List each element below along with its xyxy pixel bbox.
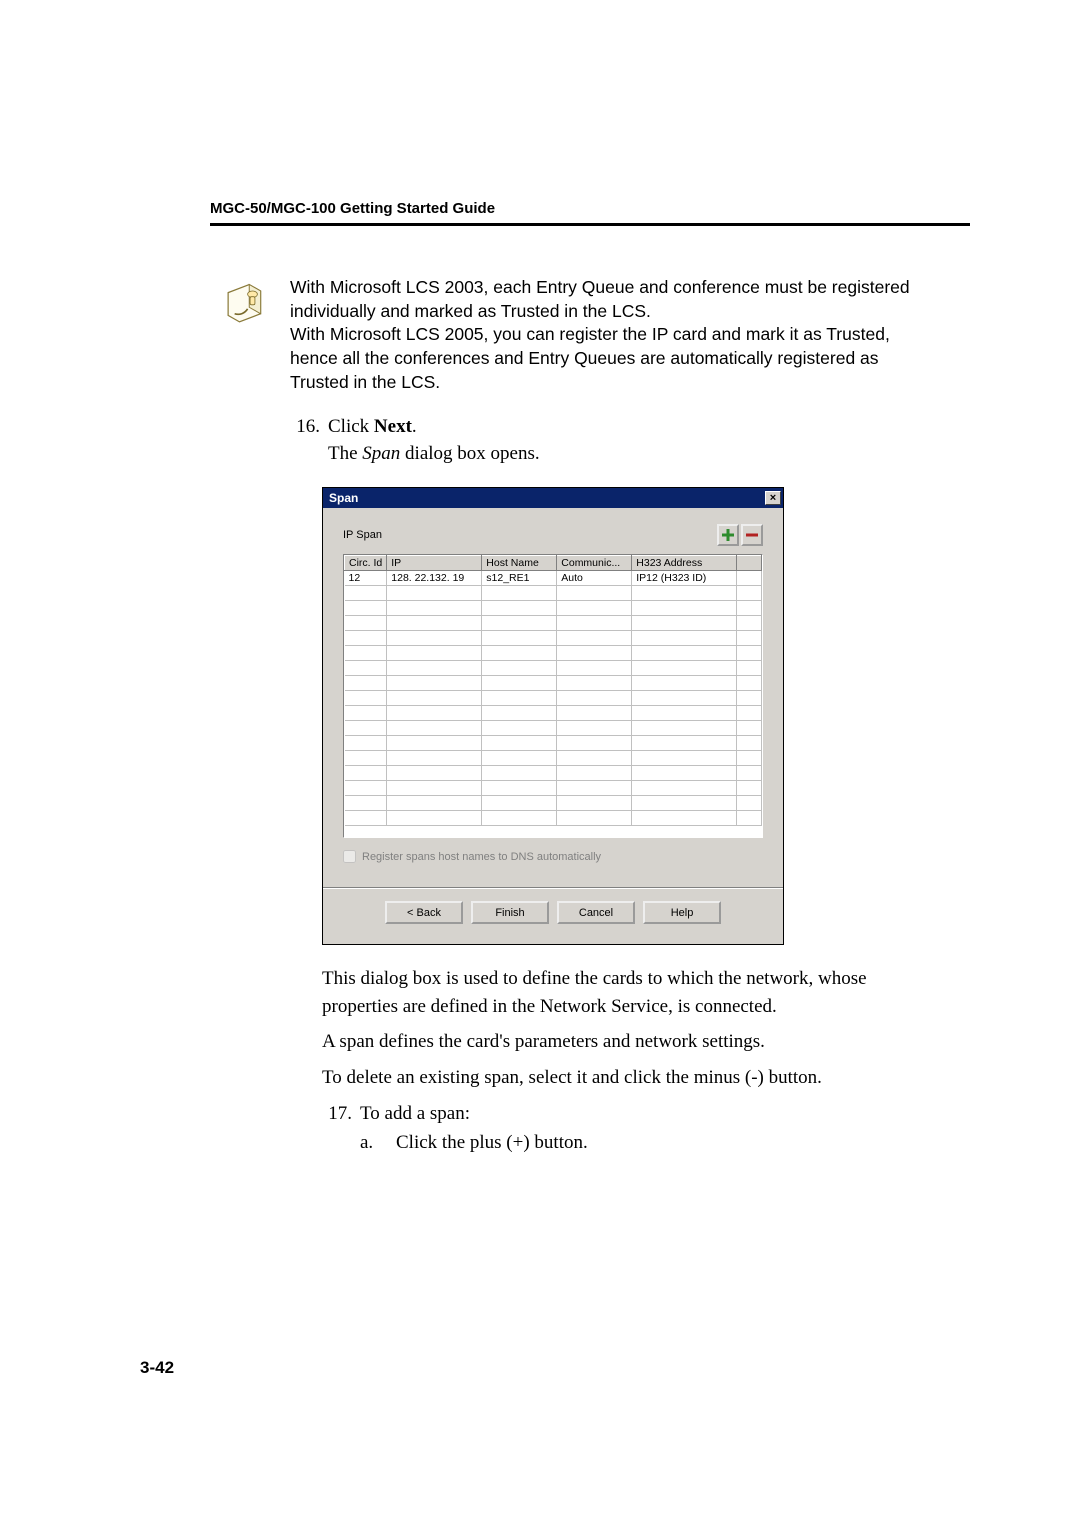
cell-h323: IP12 (H323 ID) bbox=[632, 571, 737, 586]
step-17a-letter: a. bbox=[360, 1132, 378, 1154]
back-button[interactable]: < Back bbox=[385, 901, 463, 924]
step-17-text: To add a span: bbox=[360, 1100, 940, 1129]
col-ip[interactable]: IP bbox=[387, 556, 482, 571]
col-host-name[interactable]: Host Name bbox=[482, 556, 557, 571]
step-16-next: Next bbox=[374, 416, 412, 437]
step-16-period: . bbox=[412, 416, 417, 437]
cell-host: s12_RE1 bbox=[482, 571, 557, 586]
minus-icon bbox=[745, 528, 759, 542]
finish-button[interactable]: Finish bbox=[471, 901, 549, 924]
cell-circ-id: 12 bbox=[345, 571, 387, 586]
span-table[interactable]: Circ. Id IP Host Name Communic... H323 A… bbox=[343, 554, 763, 838]
step-17a: a. Click the plus (+) button. bbox=[360, 1132, 940, 1154]
help-button[interactable]: Help bbox=[643, 901, 721, 924]
register-dns-label: Register spans host names to DNS automat… bbox=[362, 851, 601, 863]
step-16-result-c: dialog box opens. bbox=[400, 443, 539, 464]
col-padding bbox=[737, 556, 762, 571]
cell-comm: Auto bbox=[557, 571, 632, 586]
span-dialog: Span × IP Span bbox=[322, 487, 784, 945]
note-text: With Microsoft LCS 2003, each Entry Queu… bbox=[290, 276, 940, 394]
close-button[interactable]: × bbox=[765, 491, 781, 505]
running-header: MGC-50/MGC-100 Getting Started Guide bbox=[210, 200, 940, 217]
step-17: 17. To add a span: bbox=[322, 1100, 940, 1129]
plus-icon bbox=[721, 528, 735, 542]
header-rule bbox=[210, 223, 970, 226]
note-block: With Microsoft LCS 2003, each Entry Queu… bbox=[220, 276, 940, 394]
close-icon: × bbox=[770, 493, 776, 504]
step-17a-text: Click the plus (+) button. bbox=[396, 1132, 588, 1154]
step-16-number: 16. bbox=[290, 414, 320, 467]
table-row[interactable]: 12 128. 22.132. 19 s12_RE1 Auto IP12 (H3… bbox=[345, 571, 762, 586]
ip-span-label: IP Span bbox=[343, 529, 382, 541]
add-span-button[interactable] bbox=[717, 524, 739, 546]
step-17-number: 17. bbox=[322, 1100, 352, 1129]
dialog-titlebar: Span × bbox=[323, 488, 783, 508]
step-16-result-a: The bbox=[328, 443, 362, 464]
col-h323-address[interactable]: H323 Address bbox=[632, 556, 737, 571]
cell-ip: 128. 22.132. 19 bbox=[387, 571, 482, 586]
col-communic[interactable]: Communic... bbox=[557, 556, 632, 571]
note-icon bbox=[220, 276, 272, 394]
page-number: 3-42 bbox=[140, 1358, 174, 1378]
dialog-description-1: This dialog box is used to define the ca… bbox=[322, 965, 940, 1020]
step-16-click: Click bbox=[328, 416, 374, 437]
dialog-description-3: To delete an existing span, select it an… bbox=[322, 1064, 940, 1092]
dialog-description-2: A span defines the card's parameters and… bbox=[322, 1028, 940, 1056]
register-dns-checkbox[interactable] bbox=[343, 850, 356, 863]
dialog-title: Span bbox=[329, 491, 358, 505]
step-16-result-b: Span bbox=[362, 443, 400, 464]
step-16: 16. Click Next. The Span dialog box open… bbox=[290, 414, 940, 467]
cancel-button[interactable]: Cancel bbox=[557, 901, 635, 924]
remove-span-button[interactable] bbox=[741, 524, 763, 546]
col-circ-id[interactable]: Circ. Id bbox=[345, 556, 387, 571]
